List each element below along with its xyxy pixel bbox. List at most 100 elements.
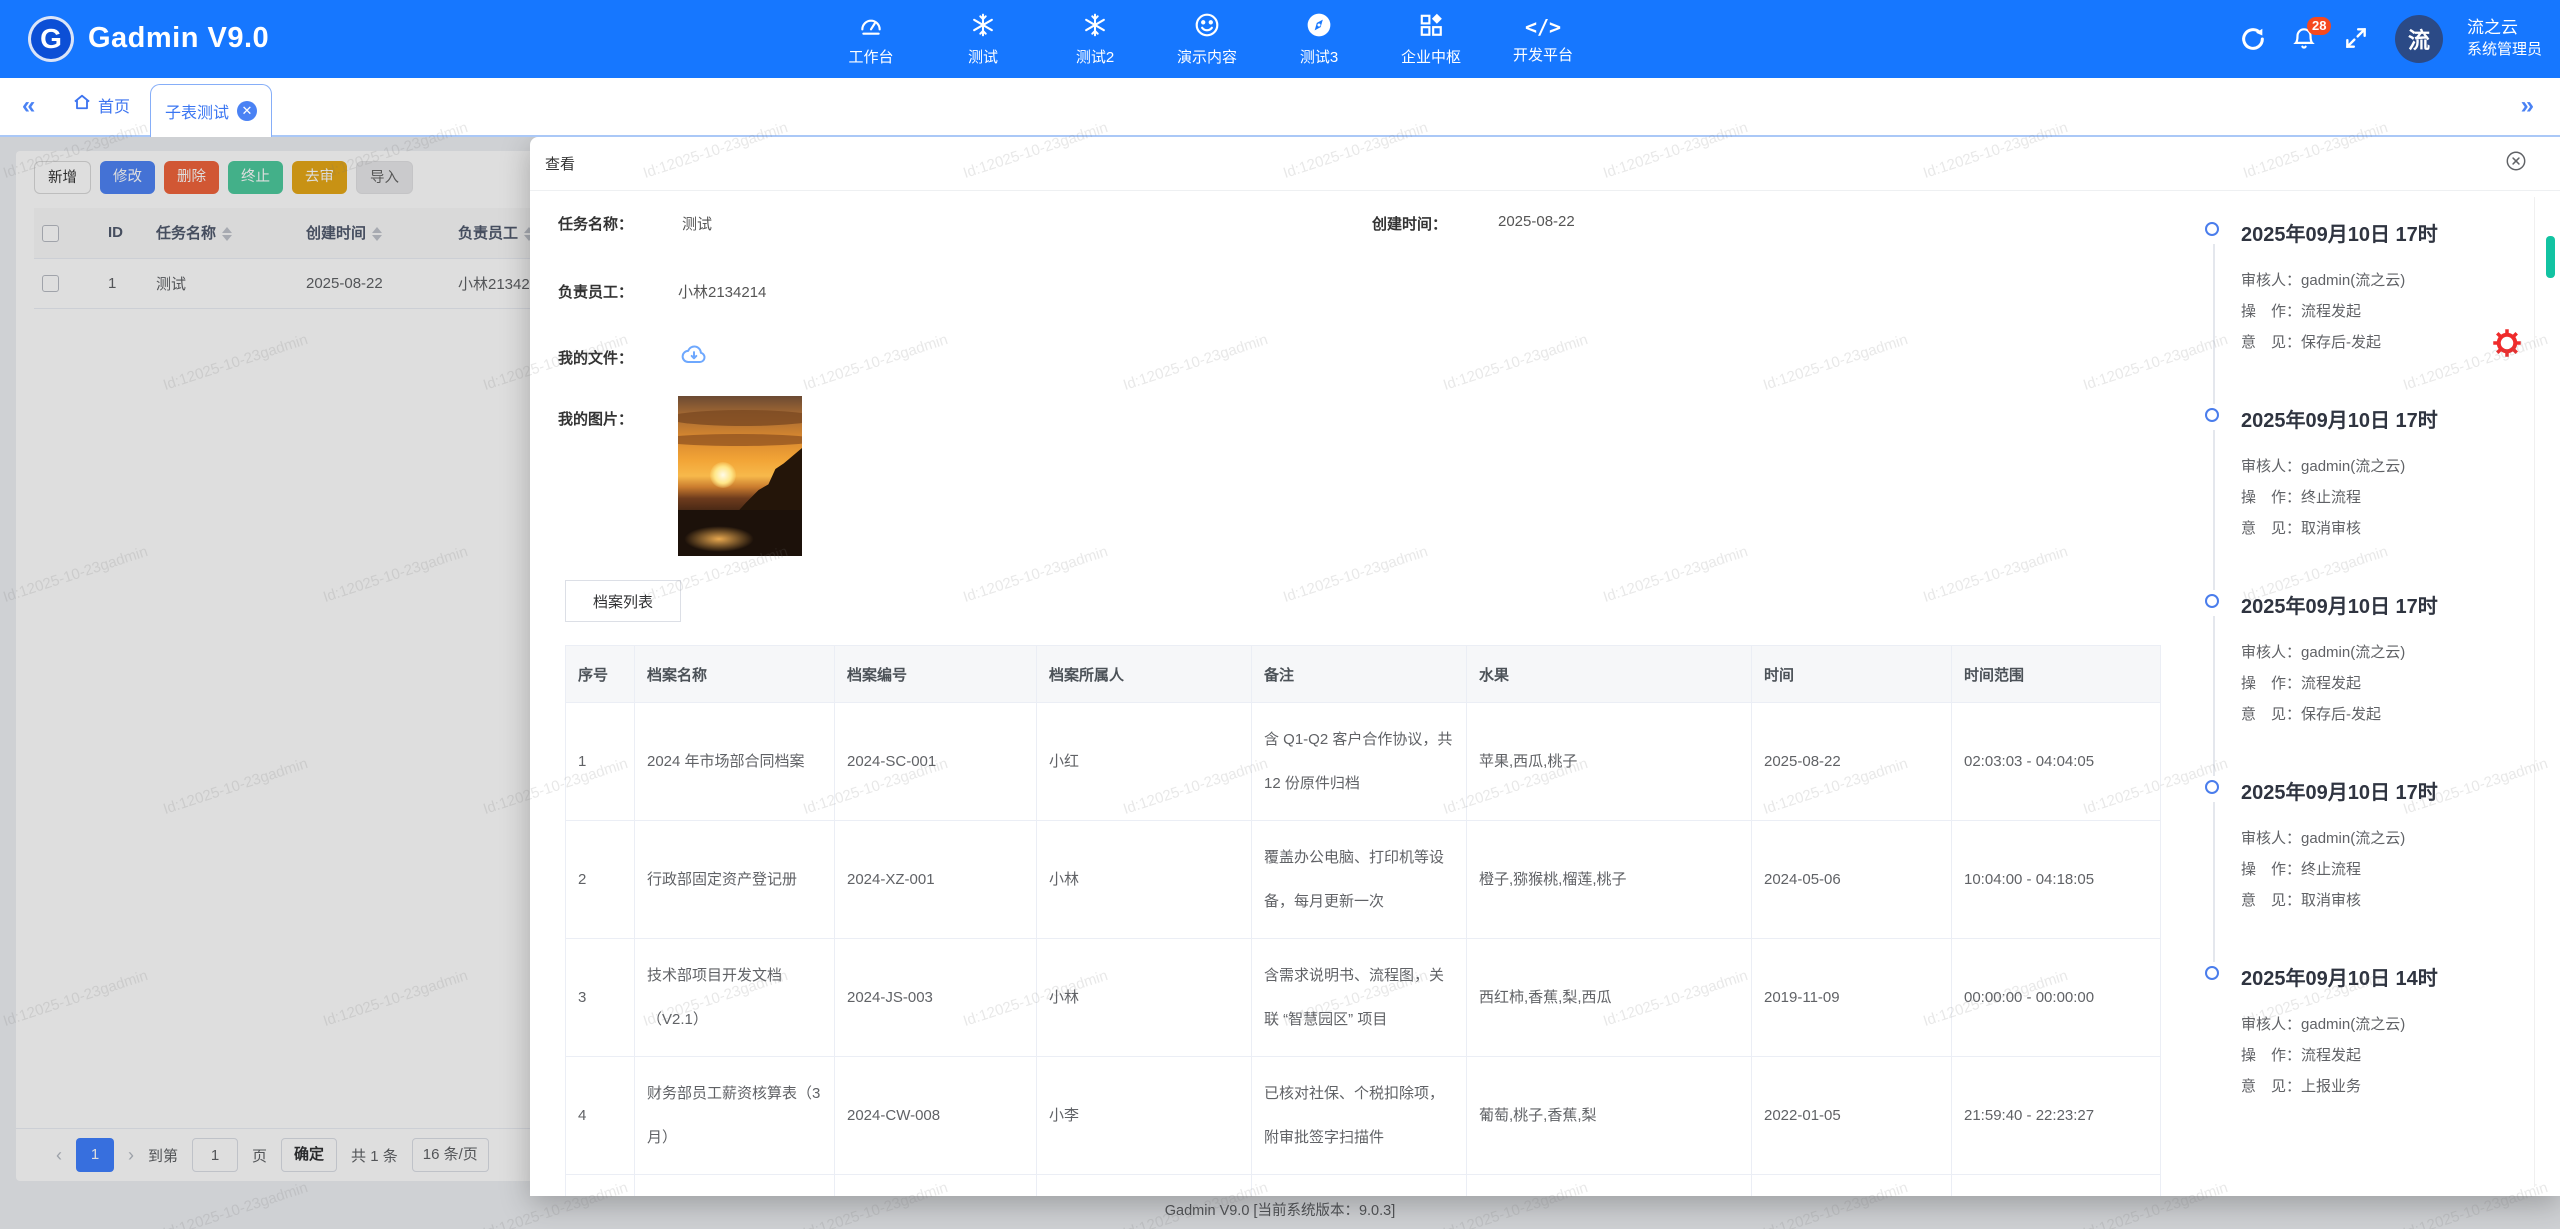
nav-item-test2[interactable]: 测试2 <box>1054 0 1136 78</box>
app-title: Gadmin V9.0 <box>88 22 269 55</box>
reviewer-value: gadmin(流之云) <box>2301 644 2405 661</box>
nav-item-label: 演示内容 <box>1177 46 1237 67</box>
col-archive-name: 档案名称 <box>635 646 835 703</box>
tab-bar: « 首页 子表测试 ✕ » <box>0 78 2560 137</box>
cell-archive-name: 2024 年市场部合同档案 <box>635 703 835 821</box>
created-label: 创建时间： <box>1372 213 1447 234</box>
timeline-dot-icon <box>2205 408 2219 422</box>
col-seq: 序号 <box>566 646 635 703</box>
user-name: 流之云 <box>2467 17 2542 39</box>
sunset-photo-thumbnail[interactable] <box>678 396 802 556</box>
archive-row: 2 行政部固定资产登记册 2024-XZ-001 小林 覆盖办公电脑、打印机等设… <box>566 821 2161 939</box>
cell-archive-name: 财务部员工薪资核算表（3 月） <box>635 1057 835 1175</box>
reviewer-value: gadmin(流之云) <box>2301 830 2405 847</box>
reviewer-label: 审核人： <box>2241 644 2301 661</box>
user-role: 系统管理员 <box>2467 39 2542 61</box>
tabs-collapse-button[interactable]: « <box>22 94 35 118</box>
reviewer-value: gadmin(流之云) <box>2301 458 2405 475</box>
double-chevron-right-icon: » <box>2521 92 2534 119</box>
compass-icon <box>1306 12 1332 42</box>
nav-item-label: 测试3 <box>1300 46 1338 67</box>
cell-archive-name: 技术部项目开发文档（V2.1） <box>635 939 835 1057</box>
bell-icon <box>2291 38 2317 55</box>
code-icon: </> <box>1525 14 1561 40</box>
archive-row-clipped <box>566 1175 2161 1197</box>
archive-row: 3 技术部项目开发文档（V2.1） 2024-JS-003 小林 含需求说明书、… <box>566 939 2161 1057</box>
owner-label: 负责员工： <box>558 281 633 302</box>
photo-cloud <box>678 410 802 426</box>
user-info[interactable]: 流之云 系统管理员 <box>2467 17 2542 61</box>
task-name-value: 测试 <box>682 213 712 234</box>
nav-item-workbench[interactable]: 工作台 <box>830 0 912 78</box>
col-archive-owner: 档案所属人 <box>1037 646 1252 703</box>
action-value: 流程发起 <box>2301 303 2361 320</box>
opinion-value: 保存后-发起 <box>2301 334 2381 351</box>
tab-subtable-test[interactable]: 子表测试 ✕ <box>150 84 272 137</box>
tabs-expand-button[interactable]: » <box>2521 94 2534 118</box>
action-value: 流程发起 <box>2301 1047 2361 1064</box>
archive-table: 序号 档案名称 档案编号 档案所属人 备注 水果 时间 时间范围 1 2024 … <box>565 645 2161 1196</box>
cell-seq: 4 <box>566 1057 635 1175</box>
notifications-button[interactable]: 28 <box>2291 25 2319 53</box>
modal-close-button[interactable] <box>2505 150 2527 172</box>
reviewer-value: gadmin(流之云) <box>2301 1016 2405 1033</box>
smiley-icon <box>1194 12 1220 42</box>
cell-archive-owner: 小红 <box>1037 703 1252 821</box>
avatar-text: 流 <box>2408 23 2430 55</box>
refresh-button[interactable] <box>2239 25 2267 53</box>
cell-archive-owner: 小林 <box>1037 821 1252 939</box>
cell-remark: 覆盖办公电脑、打印机等设备，每月更新一次 <box>1252 821 1467 939</box>
my-files-label: 我的文件： <box>558 347 633 368</box>
action-label: 操 作： <box>2241 489 2301 506</box>
cell-time-range: 10:04:00 - 04:18:05 <box>1952 821 2161 939</box>
nav-item-test[interactable]: 测试 <box>942 0 1024 78</box>
timeline-details: 审核人：gadmin(流之云) 操 作：终止流程 意 见：取消审核 <box>2241 823 2405 916</box>
scrollbar-track <box>2534 197 2535 1187</box>
settings-gear-icon[interactable] <box>2492 328 2522 358</box>
action-value: 终止流程 <box>2301 861 2361 878</box>
navbar-right: 28 流 流之云 系统管理员 <box>2239 0 2542 78</box>
tab-close-icon[interactable]: ✕ <box>237 101 257 121</box>
scrollbar-thumb[interactable] <box>2546 236 2555 278</box>
timeline-connector <box>2213 244 2215 404</box>
user-avatar[interactable]: 流 <box>2395 15 2443 63</box>
cell-time: 2022-01-05 <box>1752 1057 1952 1175</box>
owner-value: 小林2134214 <box>678 281 766 302</box>
nav-item-label: 测试2 <box>1076 46 1114 67</box>
refresh-icon <box>2239 40 2267 57</box>
cell-archive-no: 2024-XZ-001 <box>835 821 1037 939</box>
nav-item-label: 企业中枢 <box>1401 46 1461 67</box>
tab-home[interactable]: 首页 <box>72 92 130 117</box>
reviewer-label: 审核人： <box>2241 1016 2301 1033</box>
nav-item-enterprise-hub[interactable]: 企业中枢 <box>1390 0 1472 78</box>
action-value: 终止流程 <box>2301 489 2361 506</box>
grid-icon <box>1418 12 1444 42</box>
fullscreen-icon <box>2343 38 2369 55</box>
opinion-value: 保存后-发起 <box>2301 706 2381 723</box>
app-logo: G <box>28 16 74 62</box>
cell-remark: 含需求说明书、流程图，关联 “智慧园区” 项目 <box>1252 939 1467 1057</box>
tab-active-label: 子表测试 <box>165 99 229 123</box>
main-nav: 工作台 测试 测试2 演示内容 测试3 企业中枢 </> 开发平台 <box>830 0 1584 78</box>
cell-archive-owner: 小李 <box>1037 1057 1252 1175</box>
tab-archive-list[interactable]: 档案列表 <box>565 580 681 622</box>
nav-item-label: 测试 <box>968 46 998 67</box>
cell-archive-no: 2024-JS-003 <box>835 939 1037 1057</box>
timeline-details: 审核人：gadmin(流之云) 操 作：流程发起 意 见：保存后-发起 <box>2241 637 2405 730</box>
cloud-download-icon[interactable] <box>680 341 708 369</box>
view-modal: 查看 任务名称： 测试 创建时间： 2025-08-22 负责员工： 小林213… <box>530 137 2560 1196</box>
opinion-label: 意 见： <box>2241 892 2301 909</box>
modal-title: 查看 <box>545 153 575 174</box>
nav-item-demo[interactable]: 演示内容 <box>1166 0 1248 78</box>
cell-time-range: 02:03:03 - 04:04:05 <box>1952 703 2161 821</box>
action-value: 流程发起 <box>2301 675 2361 692</box>
action-label: 操 作： <box>2241 675 2301 692</box>
timeline-dot-icon <box>2205 966 2219 980</box>
opinion-value: 取消审核 <box>2301 520 2361 537</box>
nav-item-dev-platform[interactable]: </> 开发平台 <box>1502 0 1584 78</box>
cell-fruit: 苹果,西瓜,桃子 <box>1467 703 1752 821</box>
nav-item-test3[interactable]: 测试3 <box>1278 0 1360 78</box>
modal-header-divider <box>530 190 2560 191</box>
logo-letter: G <box>40 23 62 55</box>
fullscreen-button[interactable] <box>2343 25 2371 53</box>
